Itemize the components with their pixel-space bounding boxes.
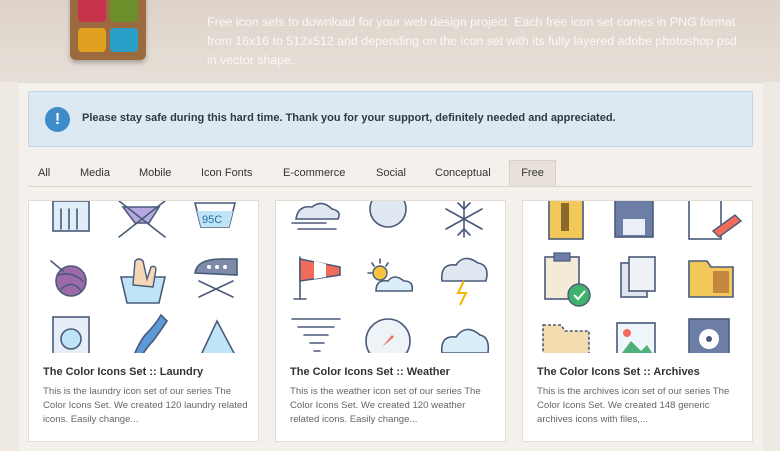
compass-icon — [365, 318, 411, 353]
tab-mobile[interactable]: Mobile — [129, 160, 181, 186]
disk-drive-icon — [688, 318, 730, 353]
notice-text: Please stay safe during this hard time. … — [82, 112, 616, 124]
icon-set-card-laundry[interactable]: 95C The Color Icons Set:: Laundry This … — [28, 200, 259, 442]
no-wring-icon — [118, 201, 166, 238]
icon-set-card-archives[interactable]: The Color Icons Set :: Archives This is … — [522, 200, 753, 442]
card-title[interactable]: The Color Icons Set :: Laundry — [43, 366, 203, 378]
snowflake-icon — [445, 201, 483, 238]
tornado-icon — [291, 318, 341, 352]
icon-set-card-weather[interactable]: The Color Icons Set :: Weather This is t… — [275, 200, 506, 442]
tab-conceptual[interactable]: Conceptual — [425, 160, 501, 186]
tab-media[interactable]: Media — [70, 160, 120, 186]
open-folder-icon — [542, 324, 590, 353]
thunderstorm-icon — [440, 257, 488, 306]
clipboard-check-icon — [544, 252, 591, 307]
wind-cloud-icon — [291, 202, 340, 230]
notepad-edit-icon — [688, 201, 743, 240]
tab-divider — [28, 186, 753, 187]
clouds-icon — [440, 328, 490, 353]
wash-95c-icon: 95C — [193, 202, 237, 228]
tab-free[interactable]: Free — [509, 160, 556, 186]
twisted-cloth-icon — [134, 313, 169, 353]
card-title[interactable]: The Color Icons Set :: Archives — [537, 366, 700, 378]
zip-file-icon — [548, 201, 584, 240]
image-file-icon — [616, 322, 656, 353]
sun-cloud-icon — [367, 258, 414, 292]
do-not-dry-clean-icon — [52, 201, 90, 232]
windsock-icon — [293, 256, 341, 300]
documents-icon — [620, 256, 656, 298]
yarn-ball-icon — [50, 260, 87, 297]
card-description: This is the weather icon set of our seri… — [290, 386, 481, 425]
folder-icon — [688, 260, 734, 298]
tab-icon-fonts[interactable]: Icon Fonts — [191, 160, 262, 186]
washing-machine-icon — [52, 316, 90, 353]
tab-e-commerce[interactable]: E-commerce — [273, 160, 355, 186]
card-description: This is the laundry icon set of our seri… — [43, 386, 248, 425]
ironing-icon — [194, 258, 238, 298]
card-preview[interactable] — [276, 201, 505, 353]
notice-banner: ! Please stay safe during this hard time… — [28, 91, 753, 147]
info-icon: ! — [45, 107, 70, 132]
hero-description: Free icon sets to download for your web … — [207, 15, 737, 67]
floppy-save-icon — [614, 201, 654, 238]
moon-icon — [369, 201, 407, 228]
hero-banner: Free icon sets to download for your web … — [0, 0, 780, 82]
wash-temperature-label: 95C — [202, 214, 222, 226]
triangle-bleach-icon — [201, 319, 235, 353]
card-preview[interactable]: 95C — [29, 201, 258, 353]
tab-all[interactable]: All — [28, 160, 60, 186]
card-description: This is the archives icon set of our ser… — [537, 386, 730, 425]
card-title[interactable]: The Color Icons Set :: Weather — [290, 366, 450, 378]
card-preview[interactable] — [523, 201, 752, 353]
hand-wash-icon — [119, 258, 167, 304]
icon-box-illustration — [70, 0, 146, 60]
tab-social[interactable]: Social — [366, 160, 416, 186]
